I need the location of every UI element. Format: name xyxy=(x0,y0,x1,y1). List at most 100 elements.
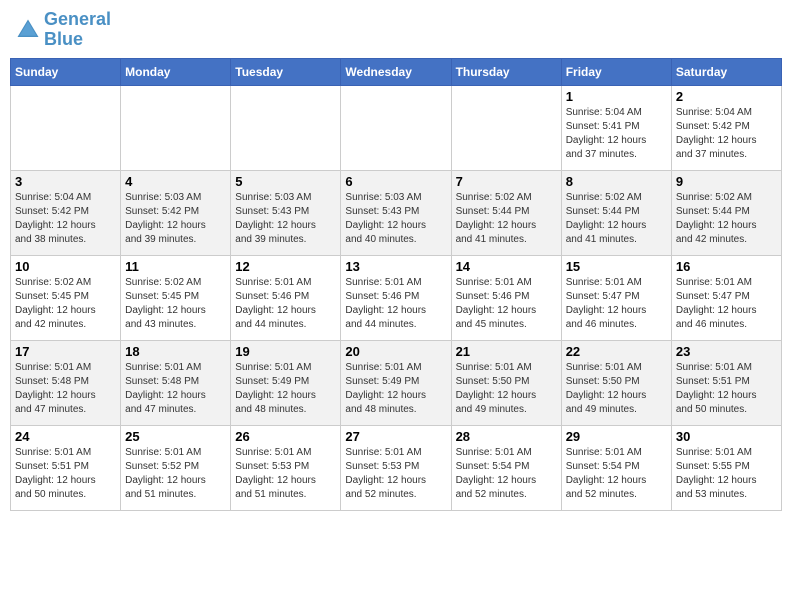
day-number: 22 xyxy=(566,344,667,359)
calendar-cell: 4 Sunrise: 5:03 AM Sunset: 5:42 PM Daylig… xyxy=(121,170,231,255)
day-number: 1 xyxy=(566,89,667,104)
day-info: Sunrise: 5:01 AM Sunset: 5:50 PM Dayligh… xyxy=(566,361,667,417)
day-number: 21 xyxy=(456,344,557,359)
week-row-4: 17 Sunrise: 5:01 AM Sunset: 5:48 PM Dayli… xyxy=(11,340,782,425)
day-number: 20 xyxy=(345,344,446,359)
day-info: Sunrise: 5:04 AM Sunset: 5:41 PM Dayligh… xyxy=(566,106,667,162)
weekday-header-wednesday: Wednesday xyxy=(341,58,451,85)
day-info: Sunrise: 5:03 AM Sunset: 5:42 PM Dayligh… xyxy=(125,191,226,247)
day-number: 9 xyxy=(676,174,777,189)
calendar-cell: 7Sunrise: 5:02 AM Sunset: 5:44 PM Daylig… xyxy=(451,170,561,255)
calendar-cell: 25Sunrise: 5:01 AM Sunset: 5:52 PM Dayli… xyxy=(121,425,231,510)
calendar-cell: 21 Sunrise: 5:01 AM Sunset: 5:50 PM Dayli… xyxy=(451,340,561,425)
week-row-5: 24Sunrise: 5:01 AM Sunset: 5:51 PM Dayli… xyxy=(11,425,782,510)
day-info: Sunrise: 5:02 AM Sunset: 5:44 PM Dayligh… xyxy=(456,191,557,247)
day-info: Sunrise: 5:01 AM Sunset: 5:55 PM Dayligh… xyxy=(676,446,777,502)
day-number: 10 xyxy=(15,259,116,274)
calendar-cell xyxy=(11,85,121,170)
weekday-header-monday: Monday xyxy=(121,58,231,85)
day-info: Sunrise: 5:01 AM Sunset: 5:46 PM Dayligh… xyxy=(235,276,336,332)
day-info: Sunrise: 5:01 AM Sunset: 5:54 PM Dayligh… xyxy=(456,446,557,502)
calendar-cell: 13 Sunrise: 5:01 AM Sunset: 5:46 PM Dayli… xyxy=(341,255,451,340)
day-info: Sunrise: 5:04 AM Sunset: 5:42 PM Dayligh… xyxy=(15,191,116,247)
day-info: Sunrise: 5:03 AM Sunset: 5:43 PM Dayligh… xyxy=(235,191,336,247)
day-number: 16 xyxy=(676,259,777,274)
calendar-cell: 10 Sunrise: 5:02 AM Sunset: 5:45 PM Dayli… xyxy=(11,255,121,340)
day-info: Sunrise: 5:01 AM Sunset: 5:48 PM Dayligh… xyxy=(125,361,226,417)
day-number: 26 xyxy=(235,429,336,444)
calendar-cell: 9 Sunrise: 5:02 AM Sunset: 5:44 PM Daylig… xyxy=(671,170,781,255)
day-number: 23 xyxy=(676,344,777,359)
calendar-cell: 20 Sunrise: 5:01 AM Sunset: 5:49 PM Dayli… xyxy=(341,340,451,425)
day-number: 5 xyxy=(235,174,336,189)
day-number: 8 xyxy=(566,174,667,189)
day-info: Sunrise: 5:02 AM Sunset: 5:44 PM Dayligh… xyxy=(676,191,777,247)
day-number: 14 xyxy=(456,259,557,274)
day-number: 27 xyxy=(345,429,446,444)
calendar-cell: 12 Sunrise: 5:01 AM Sunset: 5:46 PM Dayli… xyxy=(231,255,341,340)
day-number: 4 xyxy=(125,174,226,189)
calendar-cell: 2 Sunrise: 5:04 AM Sunset: 5:42 PM Daylig… xyxy=(671,85,781,170)
day-info: Sunrise: 5:01 AM Sunset: 5:49 PM Dayligh… xyxy=(235,361,336,417)
day-info: Sunrise: 5:02 AM Sunset: 5:45 PM Dayligh… xyxy=(125,276,226,332)
day-number: 19 xyxy=(235,344,336,359)
day-info: Sunrise: 5:01 AM Sunset: 5:54 PM Dayligh… xyxy=(566,446,667,502)
week-row-2: 3 Sunrise: 5:04 AM Sunset: 5:42 PM Daylig… xyxy=(11,170,782,255)
day-info: Sunrise: 5:02 AM Sunset: 5:45 PM Dayligh… xyxy=(15,276,116,332)
weekday-header-row: SundayMondayTuesdayWednesdayThursdayFrid… xyxy=(11,58,782,85)
day-number: 11 xyxy=(125,259,226,274)
day-info: Sunrise: 5:01 AM Sunset: 5:46 PM Dayligh… xyxy=(456,276,557,332)
day-info: Sunrise: 5:03 AM Sunset: 5:43 PM Dayligh… xyxy=(345,191,446,247)
calendar-cell: 23 Sunrise: 5:01 AM Sunset: 5:51 PM Dayli… xyxy=(671,340,781,425)
weekday-header-friday: Friday xyxy=(561,58,671,85)
calendar-cell xyxy=(231,85,341,170)
day-info: Sunrise: 5:01 AM Sunset: 5:49 PM Dayligh… xyxy=(345,361,446,417)
calendar-cell: 28 Sunrise: 5:01 AM Sunset: 5:54 PM Dayli… xyxy=(451,425,561,510)
calendar-cell: 15 Sunrise: 5:01 AM Sunset: 5:47 PM Dayli… xyxy=(561,255,671,340)
day-number: 15 xyxy=(566,259,667,274)
weekday-header-saturday: Saturday xyxy=(671,58,781,85)
calendar-cell xyxy=(341,85,451,170)
calendar-cell: 6 Sunrise: 5:03 AM Sunset: 5:43 PM Daylig… xyxy=(341,170,451,255)
day-info: Sunrise: 5:01 AM Sunset: 5:46 PM Dayligh… xyxy=(345,276,446,332)
day-number: 30 xyxy=(676,429,777,444)
day-info: Sunrise: 5:01 AM Sunset: 5:53 PM Dayligh… xyxy=(345,446,446,502)
day-info: Sunrise: 5:01 AM Sunset: 5:51 PM Dayligh… xyxy=(676,361,777,417)
calendar-cell: 11 Sunrise: 5:02 AM Sunset: 5:45 PM Dayli… xyxy=(121,255,231,340)
day-number: 2 xyxy=(676,89,777,104)
day-info: Sunrise: 5:01 AM Sunset: 5:50 PM Dayligh… xyxy=(456,361,557,417)
day-number: 12 xyxy=(235,259,336,274)
day-info: Sunrise: 5:01 AM Sunset: 5:53 PM Dayligh… xyxy=(235,446,336,502)
day-info: Sunrise: 5:02 AM Sunset: 5:44 PM Dayligh… xyxy=(566,191,667,247)
day-info: Sunrise: 5:01 AM Sunset: 5:51 PM Dayligh… xyxy=(15,446,116,502)
calendar-cell: 24Sunrise: 5:01 AM Sunset: 5:51 PM Dayli… xyxy=(11,425,121,510)
calendar-cell: 14 Sunrise: 5:01 AM Sunset: 5:46 PM Dayli… xyxy=(451,255,561,340)
day-number: 28 xyxy=(456,429,557,444)
day-number: 3 xyxy=(15,174,116,189)
day-info: Sunrise: 5:01 AM Sunset: 5:52 PM Dayligh… xyxy=(125,446,226,502)
logo-icon xyxy=(14,16,42,44)
calendar-cell xyxy=(121,85,231,170)
calendar-cell: 27 Sunrise: 5:01 AM Sunset: 5:53 PM Dayli… xyxy=(341,425,451,510)
logo-text: General Blue xyxy=(44,10,111,50)
day-info: Sunrise: 5:01 AM Sunset: 5:48 PM Dayligh… xyxy=(15,361,116,417)
calendar-cell: 26 Sunrise: 5:01 AM Sunset: 5:53 PM Dayli… xyxy=(231,425,341,510)
calendar-cell: 17 Sunrise: 5:01 AM Sunset: 5:48 PM Dayli… xyxy=(11,340,121,425)
week-row-3: 10 Sunrise: 5:02 AM Sunset: 5:45 PM Dayli… xyxy=(11,255,782,340)
day-info: Sunrise: 5:01 AM Sunset: 5:47 PM Dayligh… xyxy=(566,276,667,332)
calendar-cell: 3 Sunrise: 5:04 AM Sunset: 5:42 PM Daylig… xyxy=(11,170,121,255)
day-number: 18 xyxy=(125,344,226,359)
day-number: 6 xyxy=(345,174,446,189)
weekday-header-tuesday: Tuesday xyxy=(231,58,341,85)
calendar-cell: 8 Sunrise: 5:02 AM Sunset: 5:44 PM Daylig… xyxy=(561,170,671,255)
calendar-cell xyxy=(451,85,561,170)
day-number: 13 xyxy=(345,259,446,274)
calendar-cell: 18 Sunrise: 5:01 AM Sunset: 5:48 PM Dayli… xyxy=(121,340,231,425)
day-info: Sunrise: 5:04 AM Sunset: 5:42 PM Dayligh… xyxy=(676,106,777,162)
calendar-table: SundayMondayTuesdayWednesdayThursdayFrid… xyxy=(10,58,782,511)
calendar-cell: 5 Sunrise: 5:03 AM Sunset: 5:43 PM Daylig… xyxy=(231,170,341,255)
day-number: 17 xyxy=(15,344,116,359)
weekday-header-sunday: Sunday xyxy=(11,58,121,85)
logo: General Blue xyxy=(14,10,111,50)
day-info: Sunrise: 5:01 AM Sunset: 5:47 PM Dayligh… xyxy=(676,276,777,332)
